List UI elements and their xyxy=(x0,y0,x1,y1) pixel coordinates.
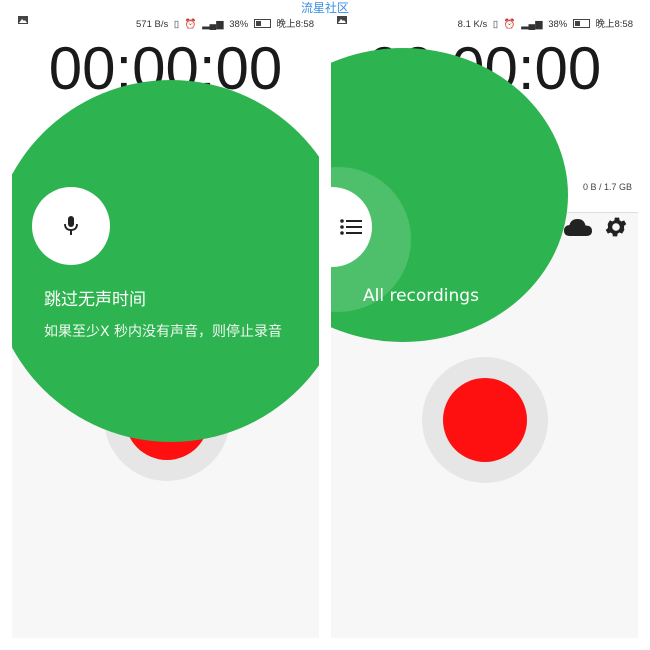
gallery-notification-icon xyxy=(337,16,347,24)
storage-info: 0 B / 1.7 GB xyxy=(582,182,632,192)
signal-icon: ▂▄▆ xyxy=(521,19,543,30)
alarm-icon: ⏰ xyxy=(184,19,197,30)
list-icon xyxy=(340,219,362,235)
vibrate-icon: ▯ xyxy=(492,19,499,30)
tap-target-title: 跳过无声时间 xyxy=(44,290,146,310)
tap-target-icon-button[interactable] xyxy=(32,187,110,265)
clock: 晚上8:58 xyxy=(595,19,634,30)
clock: 晚上8:58 xyxy=(276,19,315,30)
gallery-notification-icon xyxy=(18,16,28,24)
status-indicators: 8.1 K/s ▯ ⏰ ▂▄▆ 38% 晚上8:58 xyxy=(455,16,633,30)
alarm-icon: ⏰ xyxy=(503,19,516,30)
cloud-icon[interactable] xyxy=(563,216,593,238)
network-speed: 8.1 K/s xyxy=(457,19,488,30)
battery-percent: 38% xyxy=(548,19,568,30)
record-button-ring[interactable] xyxy=(422,357,548,483)
signal-icon: ▂▄▆ xyxy=(202,19,224,30)
watermark: 流星社区 xyxy=(300,1,349,15)
tap-target-title: All recordings xyxy=(363,286,479,306)
status-indicators: 571 B/s ▯ ⏰ ▂▄▆ 38% 晚上8:58 xyxy=(133,16,314,30)
battery-percent: 38% xyxy=(229,19,249,30)
microphone-icon xyxy=(64,216,78,235)
network-speed: 571 B/s xyxy=(136,19,169,30)
gear-icon[interactable] xyxy=(603,214,629,240)
record-button[interactable] xyxy=(443,378,527,462)
battery-icon xyxy=(572,19,590,28)
left-phone-screen: 571 B/s ▯ ⏰ ▂▄▆ 38% 晚上8:58 00:00:00 跳过无声… xyxy=(12,10,319,638)
vibrate-icon: ▯ xyxy=(173,19,180,30)
right-phone-screen: 8.1 K/s ▯ ⏰ ▂▄▆ 38% 晚上8:58 00:00:00 0 B … xyxy=(331,10,638,638)
battery-icon xyxy=(253,19,271,28)
tap-target-description: 如果至少X 秒内没有声音，则停止录音 xyxy=(44,324,283,340)
